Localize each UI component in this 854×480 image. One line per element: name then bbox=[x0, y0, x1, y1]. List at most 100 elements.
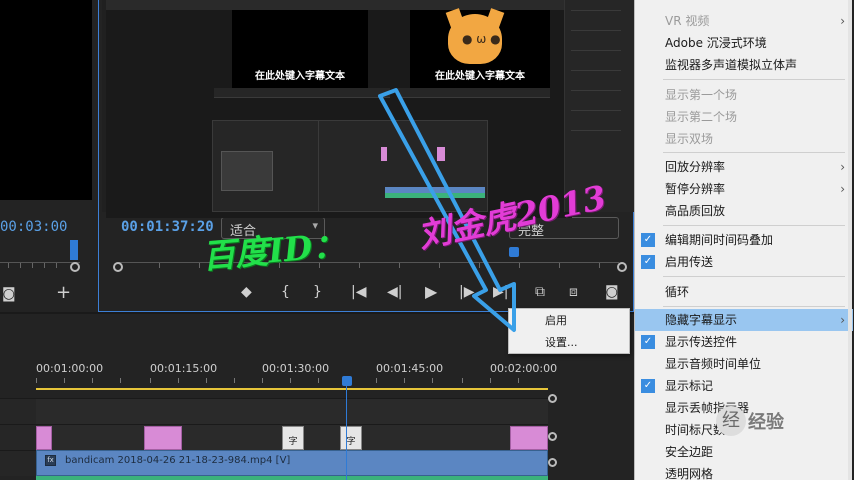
cat-face-icon: ● ω ● bbox=[462, 32, 501, 46]
menu-item-paused-resolution[interactable]: 暂停分辨率 › bbox=[635, 178, 853, 200]
source-playhead[interactable] bbox=[70, 240, 78, 260]
menu-item-high-quality[interactable]: 高品质回放 bbox=[635, 200, 853, 222]
audio-clip[interactable] bbox=[36, 476, 548, 480]
marker-icon[interactable]: ◆ bbox=[241, 282, 252, 302]
timeline-playhead-line bbox=[346, 386, 347, 480]
submenu-item-enable[interactable]: 启用 bbox=[509, 311, 629, 331]
embedded-program-monitor: ● ω ● 在此处键入字幕文本 bbox=[410, 8, 550, 88]
program-scroll-knob-right[interactable] bbox=[617, 262, 627, 272]
menu-item-transport-controls[interactable]: ✓ 显示传送控件 bbox=[635, 331, 853, 353]
submenu-arrow-icon: › bbox=[840, 313, 845, 327]
menu-item-safe-margins[interactable]: 安全边距 bbox=[635, 441, 853, 463]
menu-item-loop[interactable]: 循环 bbox=[635, 281, 853, 303]
go-to-in-icon[interactable]: |◀ bbox=[351, 282, 366, 302]
track-header[interactable] bbox=[0, 424, 36, 450]
menu-item-audio-time-units[interactable]: 显示音频时间单位 bbox=[635, 353, 853, 375]
ruler-label: 00:01:00:00 bbox=[36, 362, 104, 375]
source-timecode[interactable]: 00:03:00 bbox=[0, 219, 67, 235]
menu-item-first-field[interactable]: 显示第一个场 bbox=[635, 84, 853, 106]
checkmark-icon: ✓ bbox=[641, 335, 655, 349]
menu-item-second-field[interactable]: 显示第二个场 bbox=[635, 106, 853, 128]
mark-in-icon[interactable]: { bbox=[281, 282, 290, 302]
source-ruler[interactable] bbox=[0, 262, 80, 270]
menu-separator bbox=[663, 152, 845, 153]
timeline-playhead[interactable] bbox=[342, 376, 352, 386]
add-button-icon[interactable]: + bbox=[56, 282, 71, 303]
jingyan-text: 经验 bbox=[748, 412, 784, 433]
menu-item-transparency-grid[interactable]: 透明网格 bbox=[635, 463, 853, 480]
menu-item-immersive[interactable]: Adobe 沉浸式环境 bbox=[635, 32, 853, 54]
checkmark-icon: ✓ bbox=[641, 255, 655, 269]
extract-icon[interactable]: ⧈ bbox=[569, 282, 578, 302]
source-video bbox=[0, 0, 92, 200]
transport-controls: ◆ { } |◀ ◀| ▶ |▶ ▶| ⧉ ⧈ ◙ bbox=[237, 282, 627, 302]
subtitle-right: 在此处键入字幕文本 bbox=[435, 71, 525, 82]
video-clip-label: bandicam 2018-04-26 21-18-23-984.mp4 [V] bbox=[65, 455, 291, 466]
lift-icon[interactable]: ⧉ bbox=[535, 282, 545, 302]
source-monitor: 00:03:00 ◙ + bbox=[0, 0, 92, 312]
program-scroll-knob-left[interactable] bbox=[113, 262, 123, 272]
camera-icon[interactable]: ◙ bbox=[2, 286, 16, 302]
jingyan-badge: 经 经验 bbox=[716, 404, 808, 438]
submenu-arrow-icon: › bbox=[840, 14, 845, 28]
mark-out-icon[interactable]: } bbox=[313, 282, 322, 302]
caption-clip[interactable] bbox=[144, 426, 182, 450]
work-area-bar[interactable] bbox=[36, 388, 548, 390]
video-clip[interactable]: fx bandicam 2018-04-26 21-18-23-984.mp4 … bbox=[36, 450, 548, 476]
step-back-icon[interactable]: ◀| bbox=[387, 282, 402, 302]
source-scroll-knob[interactable] bbox=[70, 262, 80, 272]
checkmark-icon: ✓ bbox=[641, 233, 655, 247]
submenu-arrow-icon: › bbox=[840, 182, 845, 196]
caption-clip[interactable]: 字 bbox=[282, 426, 304, 450]
caption-clip[interactable] bbox=[510, 426, 548, 450]
menu-separator bbox=[663, 306, 845, 307]
menu-item-enable-transmit[interactable]: ✓ 启用传送 bbox=[635, 251, 853, 273]
track-knob[interactable] bbox=[548, 458, 557, 467]
embedded-title-bar bbox=[106, 0, 572, 10]
menu-item-timecode-overlay[interactable]: ✓ 编辑期间时间码叠加 bbox=[635, 229, 853, 251]
submenu-item-settings[interactable]: 设置... bbox=[509, 333, 629, 353]
program-ruler[interactable] bbox=[119, 262, 619, 270]
caption-clip[interactable] bbox=[36, 426, 52, 450]
timeline-scroll-knob[interactable] bbox=[548, 394, 557, 403]
menu-item-vr-video[interactable]: VR 视频 › bbox=[635, 10, 853, 32]
jingyan-icon: 经 bbox=[716, 406, 746, 436]
premiere-window: 00:03:00 ◙ + 00:01:37:20 适合 ▾ 完整 ◆ { } |… bbox=[0, 0, 854, 480]
ruler-label: 00:01:15:00 bbox=[150, 362, 218, 375]
play-icon[interactable]: ▶ bbox=[425, 282, 437, 302]
submenu-arrow-icon: › bbox=[840, 160, 845, 174]
track-v3 bbox=[36, 398, 548, 424]
menu-item-playback-resolution[interactable]: 回放分辨率 › bbox=[635, 156, 853, 178]
menu-item-show-markers[interactable]: ✓ 显示标记 bbox=[635, 375, 853, 397]
menu-scrollbar[interactable] bbox=[848, 0, 852, 480]
ruler-label: 00:02:00:00 bbox=[490, 362, 558, 375]
track-v2: 字 字 bbox=[36, 424, 548, 450]
program-playhead[interactable] bbox=[509, 247, 519, 257]
embedded-program-bar bbox=[398, 88, 550, 98]
caption-clip[interactable]: 字 bbox=[340, 426, 362, 450]
embedded-thumbnail bbox=[221, 151, 273, 191]
track-header[interactable] bbox=[0, 398, 36, 424]
go-to-out-icon[interactable]: ▶| bbox=[493, 282, 508, 302]
menu-item-both-fields[interactable]: 显示双场 bbox=[635, 128, 853, 150]
closed-captions-submenu: 启用 设置... bbox=[508, 308, 630, 354]
track-header[interactable] bbox=[0, 450, 36, 476]
track-knob[interactable] bbox=[548, 432, 557, 441]
menu-item-multichannel[interactable]: 监视器多声道模拟立体声 bbox=[635, 54, 853, 76]
subtitle-left: 在此处键入字幕文本 bbox=[255, 71, 345, 82]
menu-item-closed-captions[interactable]: 隐藏字幕显示 › bbox=[635, 309, 853, 331]
export-frame-icon[interactable]: ◙ bbox=[605, 282, 619, 302]
embedded-screenshot: 在此处键入字幕文本 ● ω ● 在此处键入字幕文本 bbox=[106, 0, 573, 218]
embedded-timeline bbox=[318, 120, 488, 212]
fx-icon: fx bbox=[45, 455, 56, 466]
menu-separator bbox=[663, 276, 845, 277]
embedded-clip bbox=[437, 147, 445, 161]
checkmark-icon: ✓ bbox=[641, 379, 655, 393]
embedded-source-monitor: 在此处键入字幕文本 bbox=[232, 10, 368, 88]
step-forward-icon[interactable]: |▶ bbox=[459, 282, 474, 302]
menu-separator bbox=[663, 79, 845, 80]
ruler-label: 00:01:45:00 bbox=[376, 362, 444, 375]
menu-separator bbox=[663, 225, 845, 226]
ruler-label: 00:01:30:00 bbox=[262, 362, 330, 375]
embedded-source-bar bbox=[214, 88, 390, 98]
